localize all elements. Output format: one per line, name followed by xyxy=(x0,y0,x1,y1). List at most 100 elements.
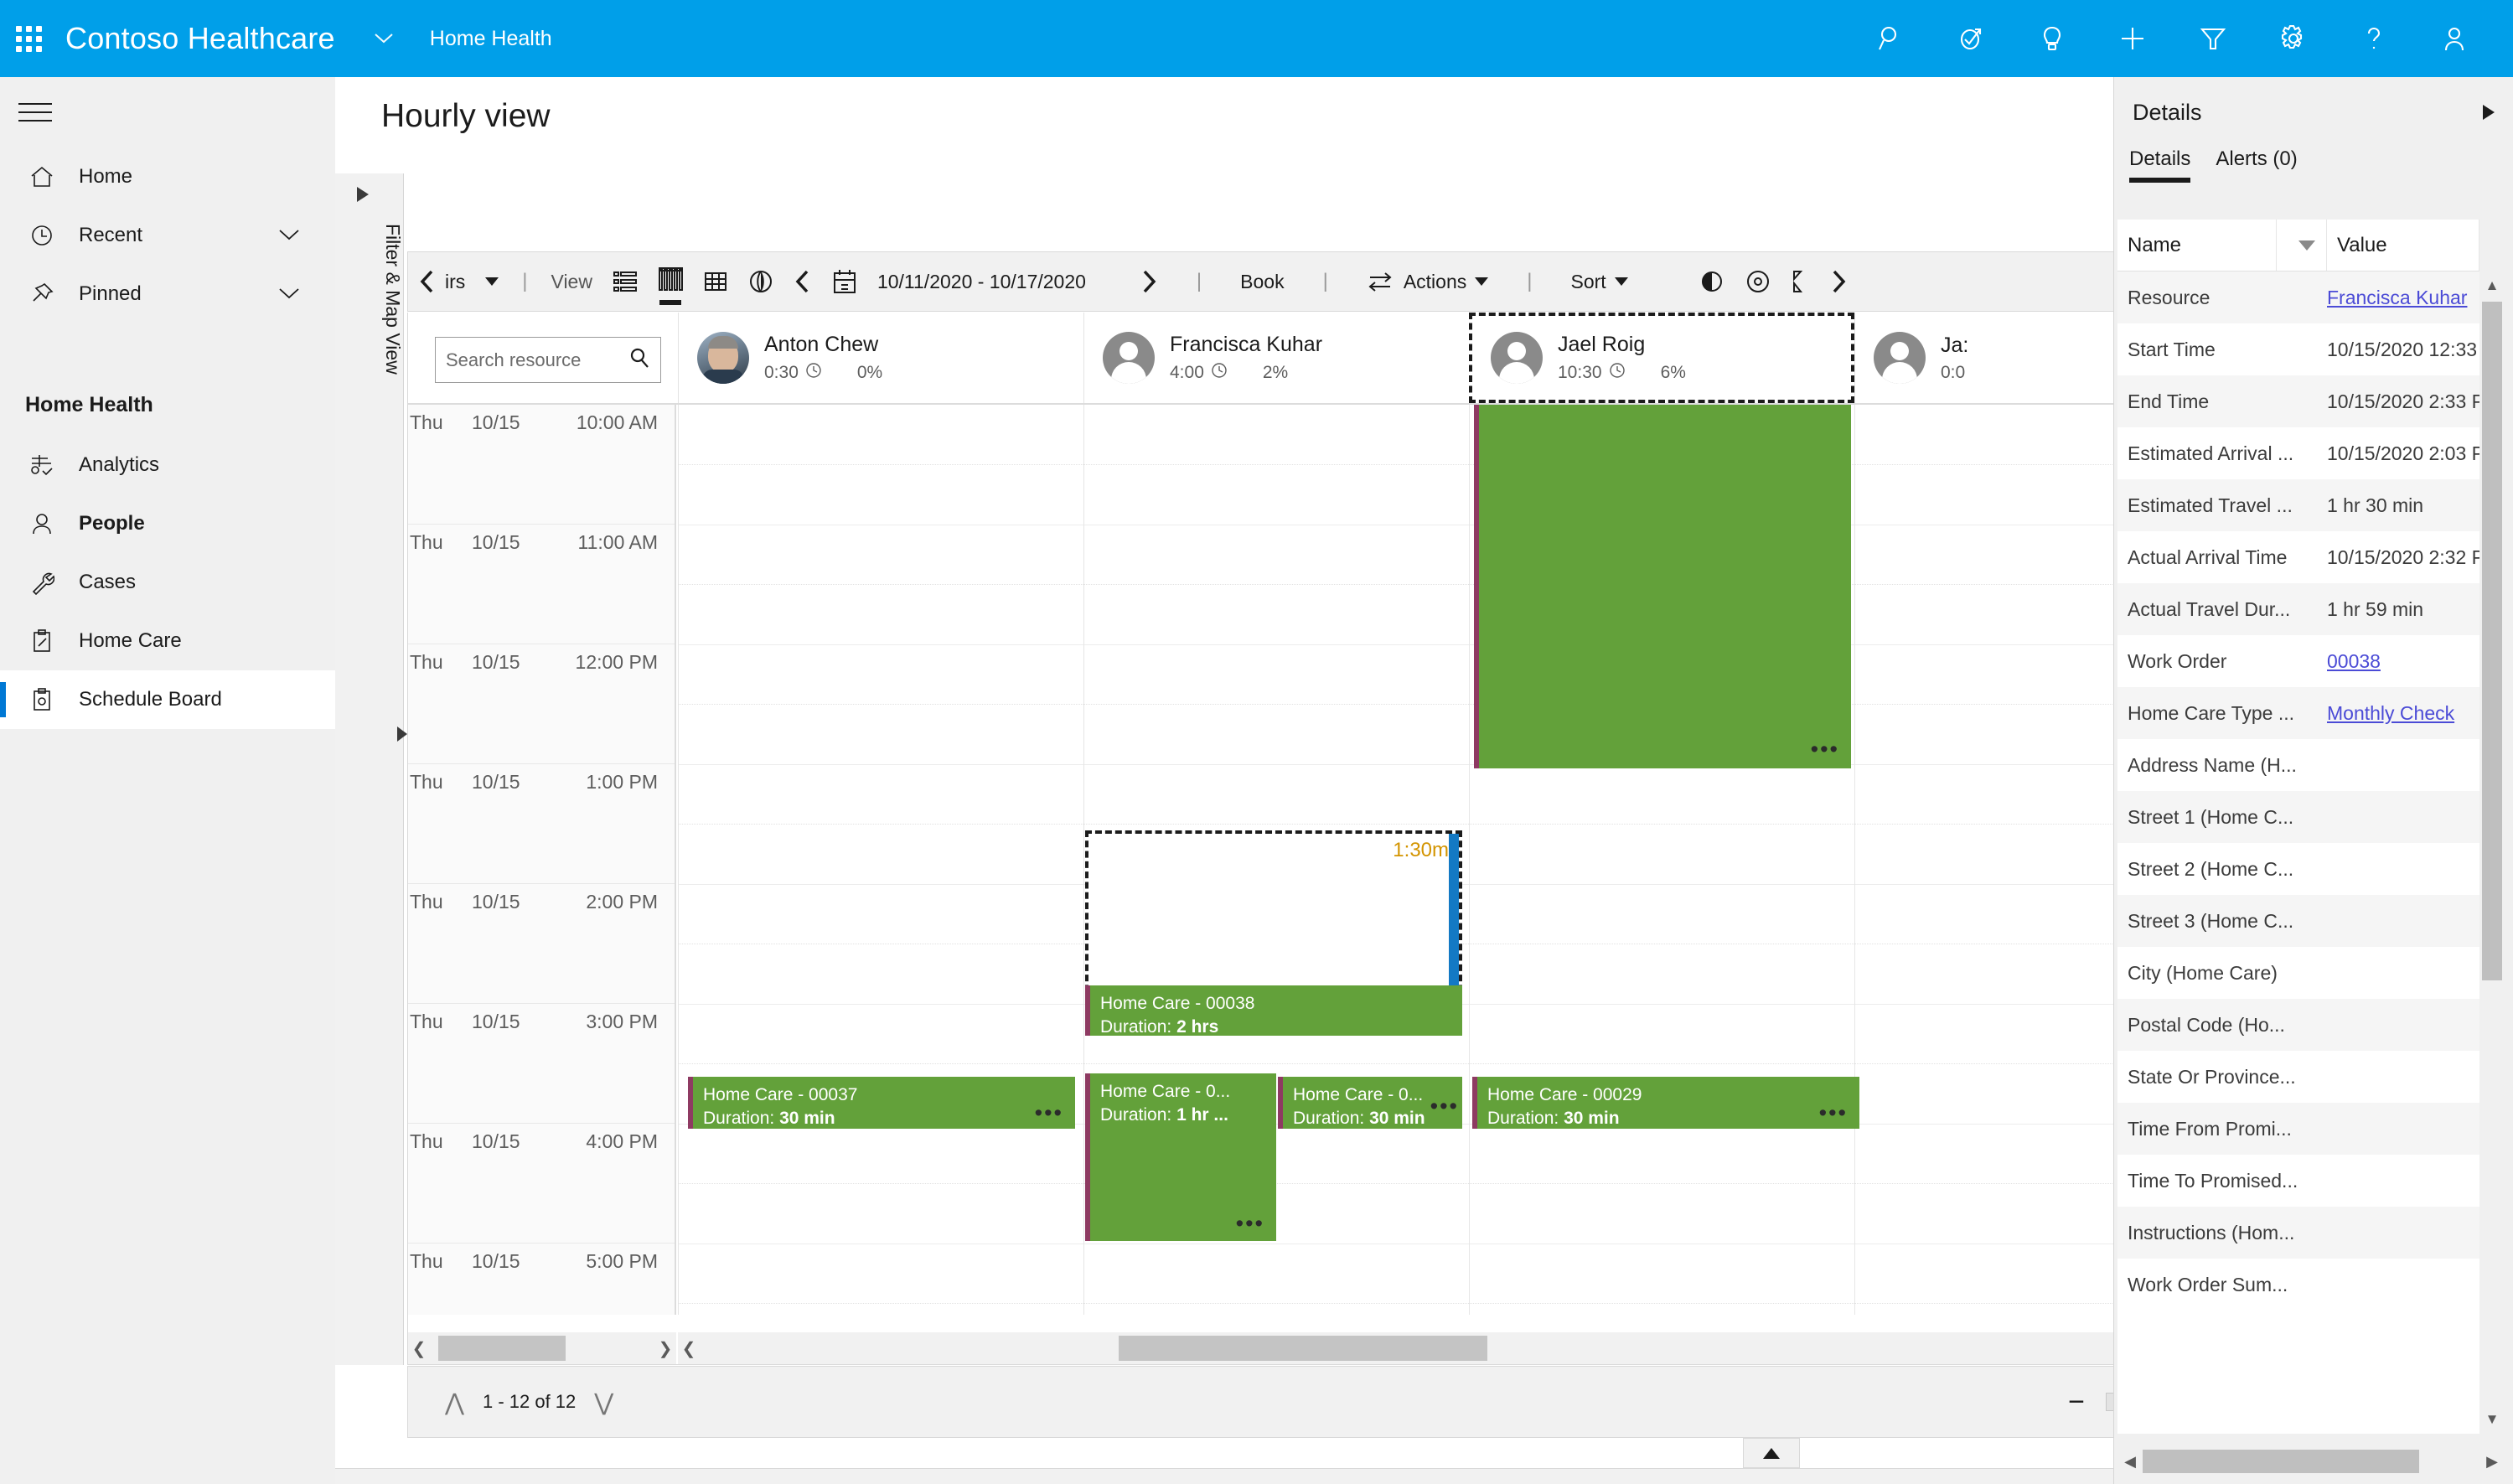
sidebar-item-home[interactable]: Home xyxy=(0,147,335,206)
resource-list-horizontal-scrollbar[interactable]: ❮ ❯ xyxy=(408,1332,676,1364)
column-header-value[interactable]: Value xyxy=(2327,220,2479,271)
sort-button[interactable]: Sort xyxy=(1561,251,1638,312)
search-icon[interactable] xyxy=(628,347,650,373)
scroll-thumb[interactable] xyxy=(438,1336,566,1361)
chevron-down-icon[interactable] xyxy=(277,226,302,246)
details-row[interactable]: Time To Promised... xyxy=(2117,1155,2479,1207)
book-button[interactable]: Book xyxy=(1230,251,1294,312)
chevron-down-icon[interactable] xyxy=(277,285,302,304)
scroll-right-icon[interactable]: ❯ xyxy=(654,1338,676,1359)
plus-icon[interactable] xyxy=(2092,0,2173,77)
scroll-left-icon[interactable]: ❮ xyxy=(678,1338,700,1359)
gear-icon[interactable] xyxy=(2253,0,2334,77)
details-row[interactable]: Postal Code (Ho... xyxy=(2117,999,2479,1051)
map-view-icon[interactable] xyxy=(738,251,783,312)
zoom-out-button[interactable]: − xyxy=(2062,1386,2091,1419)
filter-map-view-rail[interactable]: Filter & Map View xyxy=(335,173,407,1365)
column-filter-icon[interactable] xyxy=(2277,220,2327,271)
prev-date-button[interactable] xyxy=(783,251,822,312)
details-vertical-scrollbar[interactable]: ▲ ▼ xyxy=(2479,271,2505,1434)
collapse-details-panel-icon[interactable] xyxy=(2483,105,2495,120)
details-row[interactable]: End Time 10/15/2020 2:33 P... xyxy=(2117,375,2479,427)
details-row[interactable]: Estimated Arrival ... 10/15/2020 2:03 P..… xyxy=(2117,427,2479,479)
booking-overflow-icon[interactable]: ••• xyxy=(1035,1102,1063,1125)
resource-column-partial[interactable]: Ja: 0:0 xyxy=(1854,313,2131,403)
next-date-button[interactable] xyxy=(1130,251,1168,312)
details-row[interactable]: Instructions (Hom... xyxy=(2117,1207,2479,1259)
details-row[interactable]: Address Name (H... xyxy=(2117,739,2479,791)
details-row[interactable]: Home Care Type ... Monthly Check xyxy=(2117,687,2479,739)
scroll-left-icon[interactable]: ❮ xyxy=(408,1338,430,1359)
calendar-icon[interactable] xyxy=(822,251,867,312)
hourly-view-icon[interactable] xyxy=(648,251,693,312)
sidebar-item-schedule-board[interactable]: Schedule Board xyxy=(0,670,335,729)
actions-button[interactable]: Actions xyxy=(1357,251,1498,312)
details-row-value[interactable]: Francisca Kuhar xyxy=(2327,287,2479,309)
details-row[interactable]: Work Order Sum... xyxy=(2117,1259,2479,1311)
toolbar-overflow-chevron-icon[interactable] xyxy=(1819,251,1858,312)
collapse-bottom-panel-button[interactable] xyxy=(1743,1438,1800,1468)
resource-column-anton-chew[interactable]: Anton Chew 0:30 0% xyxy=(678,313,1083,403)
details-row[interactable]: State Or Province... xyxy=(2117,1051,2479,1103)
booking-overflow-icon[interactable]: ••• xyxy=(1236,1213,1264,1235)
scroll-down-icon[interactable]: ▼ xyxy=(2479,1405,2505,1434)
details-row-value[interactable]: Monthly Check xyxy=(2327,702,2479,725)
details-row[interactable]: Time From Promi... xyxy=(2117,1103,2479,1155)
sidebar-item-pinned[interactable]: Pinned xyxy=(0,265,335,323)
details-row[interactable]: Street 1 (Home C... xyxy=(2117,791,2479,843)
column-header-name[interactable]: Name xyxy=(2117,220,2277,271)
scroll-thumb[interactable] xyxy=(1119,1336,1487,1361)
view-label[interactable]: View xyxy=(541,251,602,312)
sidebar-item-analytics[interactable]: Analytics xyxy=(0,436,335,494)
booking-block-00038[interactable]: Home Care - 00038 Duration: 2 hrs xyxy=(1085,985,1462,1036)
scroll-thumb[interactable] xyxy=(2482,302,2502,980)
sidebar-item-home-care[interactable]: Home Care xyxy=(0,612,335,670)
expand-filter-handle-icon[interactable] xyxy=(397,726,407,742)
lightbulb-icon[interactable] xyxy=(2012,0,2092,77)
app-launcher-icon[interactable] xyxy=(0,0,57,77)
details-row[interactable]: Estimated Travel ... 1 hr 30 min xyxy=(2117,479,2479,531)
sidebar-item-people[interactable]: People xyxy=(0,494,335,553)
grid-column-anton-chew[interactable] xyxy=(678,405,1083,1315)
help-icon[interactable] xyxy=(2334,0,2414,77)
booking-overflow-icon[interactable]: ••• xyxy=(1811,738,1839,761)
assistant-icon[interactable] xyxy=(1931,0,2012,77)
booking-block-overlap-a[interactable]: Home Care - 0... Duration: 1 hr ... ••• xyxy=(1085,1073,1276,1241)
list-view-icon[interactable] xyxy=(602,251,648,312)
tab-alerts[interactable]: Alerts (0) xyxy=(2216,147,2297,178)
page-up-icon[interactable]: ⋀ xyxy=(445,1388,464,1416)
details-row[interactable]: Actual Travel Dur... 1 hr 59 min xyxy=(2117,583,2479,635)
eye-icon[interactable] xyxy=(1688,251,1735,312)
booking-overflow-icon[interactable]: ••• xyxy=(1430,1095,1459,1118)
resource-column-francisca-kuhar[interactable]: Francisca Kuhar 4:00 2% xyxy=(1083,313,1469,403)
user-icon[interactable] xyxy=(2414,0,2495,77)
details-row[interactable]: Resource Francisca Kuhar xyxy=(2117,271,2479,323)
sidebar-item-cases[interactable]: Cases xyxy=(0,553,335,612)
app-name-label[interactable]: Home Health xyxy=(430,27,552,51)
resource-column-jael-roig[interactable]: Jael Roig 10:30 6% xyxy=(1469,313,1854,403)
booking-block-00037[interactable]: Home Care - 00037 Duration: 30 min ••• xyxy=(688,1077,1075,1129)
expand-filter-panel-icon[interactable] xyxy=(357,187,369,202)
scroll-left-icon[interactable]: ◀ xyxy=(2117,1453,2143,1471)
board-settings-gear-icon[interactable] xyxy=(1735,251,1781,312)
details-row[interactable]: Street 3 (Home C... xyxy=(2117,895,2479,947)
details-row[interactable]: Start Time 10/15/2020 12:33 ... xyxy=(2117,323,2479,375)
details-horizontal-scrollbar[interactable]: ◀ ▶ xyxy=(2117,1447,2505,1476)
period-dropdown-button[interactable] xyxy=(475,251,509,312)
booking-block-00029[interactable]: Home Care - 00029 Duration: 30 min ••• xyxy=(1472,1077,1859,1129)
page-down-icon[interactable]: ⋁ xyxy=(594,1388,613,1416)
details-row-value[interactable]: 00038 xyxy=(2327,650,2479,673)
tab-details[interactable]: Details xyxy=(2129,147,2191,183)
booking-block-overlap-b[interactable]: Home Care - 0... Duration: 30 min ••• xyxy=(1278,1077,1462,1129)
details-row[interactable]: City (Home Care) xyxy=(2117,947,2479,999)
grid-view-icon[interactable] xyxy=(693,251,738,312)
scroll-thumb[interactable] xyxy=(2143,1450,2419,1473)
details-row[interactable]: Street 2 (Home C... xyxy=(2117,843,2479,895)
booking-block[interactable]: ••• xyxy=(1474,405,1851,768)
filter-icon[interactable] xyxy=(2173,0,2253,77)
details-row[interactable]: Work Order 00038 xyxy=(2117,635,2479,687)
search-resource-input[interactable]: Search resource xyxy=(435,337,661,383)
scroll-up-icon[interactable]: ▲ xyxy=(2479,271,2505,300)
search-icon[interactable] xyxy=(1851,0,1931,77)
booking-overflow-icon[interactable]: ••• xyxy=(1819,1102,1848,1125)
